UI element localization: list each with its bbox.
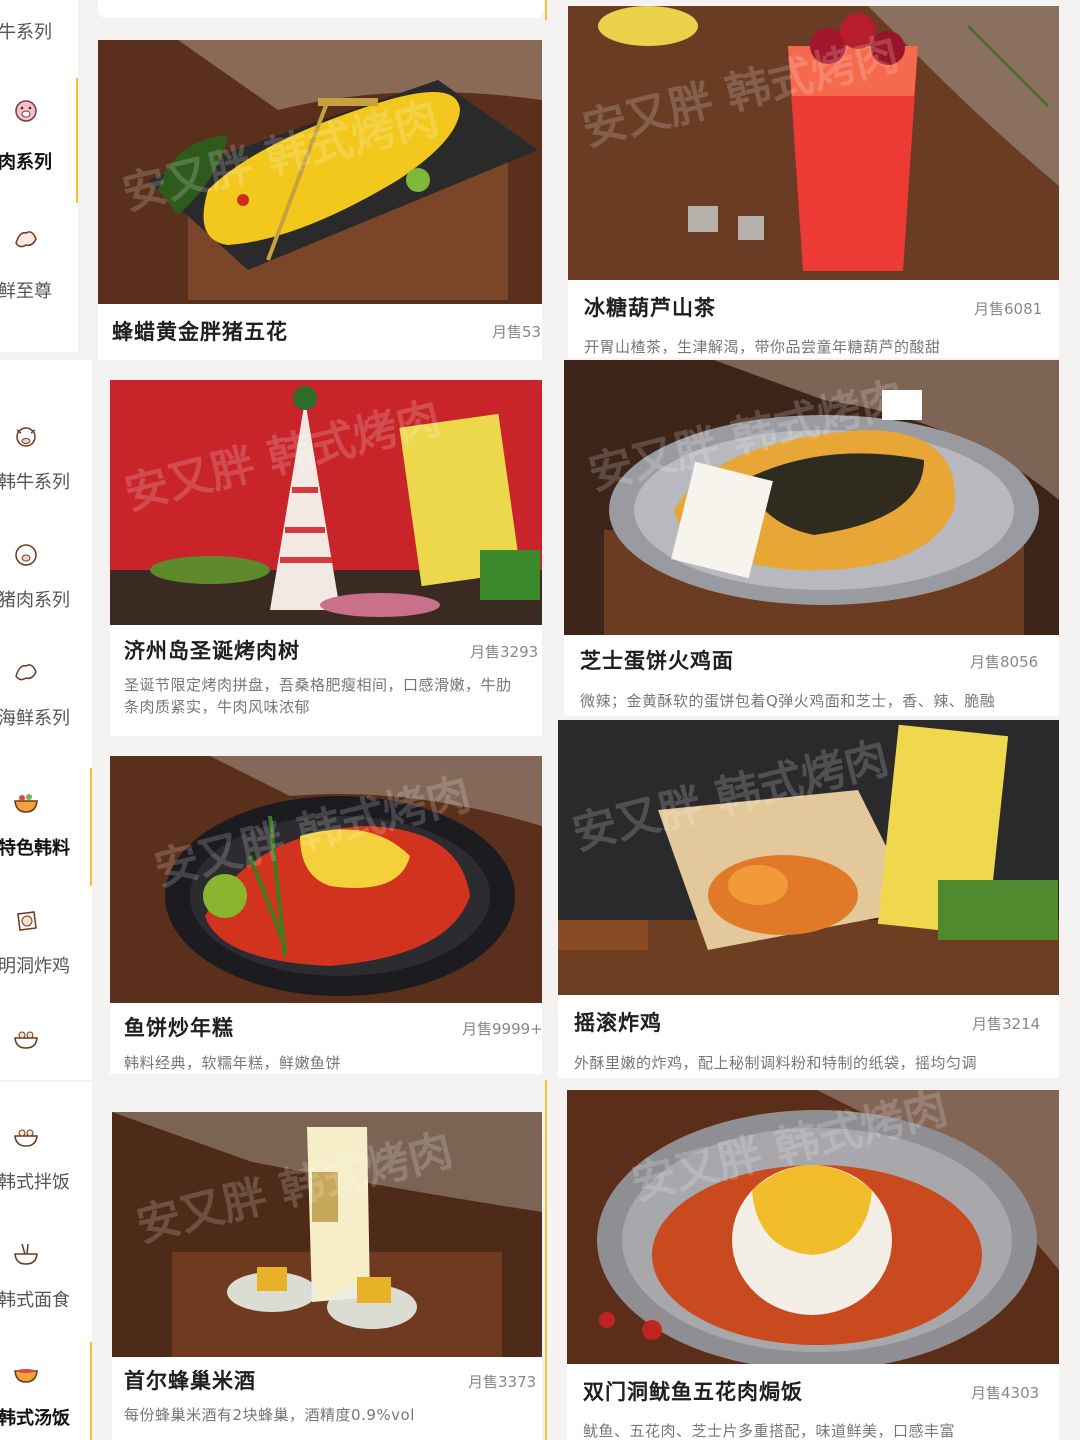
product-photo: 安又胖 韩式烤肉 — [98, 40, 542, 304]
product-name: 鱼饼炒年糕 — [124, 1016, 234, 1040]
product-card[interactable]: 安又胖 韩式烤肉 芝士蛋饼火鸡面 月售8056 微辣；金黄酥软的蛋饼包着Q弹火鸡… — [564, 360, 1059, 716]
cow-icon — [16, 427, 36, 447]
product-name: 双门洞鱿鱼五花肉焗饭 — [583, 1380, 803, 1404]
fried-chicken-icon — [17, 911, 37, 931]
bowl-icon — [14, 794, 38, 813]
category-label: 鲜至尊 — [0, 281, 52, 302]
category-sidebar-top: 牛系列 肉系列 鲜至尊 — [0, 0, 78, 352]
pig-icon — [15, 544, 37, 566]
product-sales: 月售6081 — [974, 300, 1043, 318]
category-label: 肉系列 — [0, 152, 52, 173]
product-description: 圣诞节限定烤肉拼盘，吾桑格肥瘦相间，口感滑嫩，牛肋条肉质紧实，牛肉风味浓郁 — [124, 676, 512, 716]
product-name: 冰糖葫芦山茶 — [584, 296, 716, 320]
product-photo: 安又胖 韩式烤肉 — [564, 360, 1059, 635]
seafood-icon — [15, 664, 37, 681]
product-card[interactable]: 安又胖 韩式烤肉 首尔蜂巢米酒 月售3373 每份蜂巢米酒有2块蜂巢，酒精度0.… — [112, 1112, 542, 1440]
product-name: 芝士蛋饼火鸡面 — [580, 649, 734, 673]
product-sales: 月售3373 — [468, 1373, 537, 1391]
bibimbap-icon — [14, 1129, 38, 1147]
product-sales: 月售3214 — [972, 1015, 1041, 1033]
product-description: 韩料经典，软糯年糕，鲜嫩鱼饼 — [124, 1054, 342, 1072]
product-photo: 安又胖 韩式烤肉 — [558, 720, 1059, 995]
product-description: 每份蜂巢米酒有2块蜂巢，酒精度0.9%vol — [124, 1406, 415, 1424]
product-sales: 月售3293 — [470, 643, 539, 661]
product-name: 摇滚炸鸡 — [574, 1011, 662, 1035]
product-sales: 月售53 — [492, 323, 542, 341]
product-sales: 月售4303 — [971, 1384, 1040, 1402]
product-card[interactable]: 安又胖 韩式烤肉 摇滚炸鸡 月售3214 外酥里嫩的炸鸡，配上秘制调料粉和特制的… — [558, 720, 1059, 1078]
active-indicator — [90, 1342, 92, 1440]
divider — [545, 0, 547, 20]
category-label: 韩式面食 — [0, 1290, 70, 1311]
category-label: 海鲜系列 — [0, 708, 70, 729]
product-description: 外酥里嫩的炸鸡，配上秘制调料粉和特制的纸袋，摇均匀调 — [574, 1054, 978, 1072]
previous-card-bottom — [98, 0, 544, 18]
product-card[interactable]: 安又胖 韩式烤肉 鱼饼炒年糕 月售9999+ 韩料经典，软糯年糕，鲜嫩鱼饼 — [110, 756, 542, 1074]
product-photo: 安又胖 韩式烤肉 — [567, 1090, 1059, 1364]
divider — [545, 1080, 547, 1440]
category-label: 猪肉系列 — [0, 590, 70, 611]
category-label: 韩牛系列 — [0, 472, 70, 493]
product-photo: 安又胖 韩式烤肉 — [110, 380, 542, 625]
active-indicator — [90, 768, 92, 886]
product-card[interactable]: 安又胖 韩式烤肉 双门洞鱿鱼五花肉焗饭 月售4303 鱿鱼、五花肉、芝士片多重搭… — [567, 1090, 1059, 1440]
seafood-icon — [15, 231, 37, 248]
noodle-icon — [14, 1243, 38, 1265]
product-photo: 安又胖 韩式烤肉 — [568, 6, 1059, 280]
category-label: 特色韩料 — [0, 838, 70, 859]
product-name: 首尔蜂巢米酒 — [124, 1369, 256, 1393]
soup-icon — [14, 1369, 38, 1383]
category-label: 韩式汤饭 — [0, 1408, 70, 1429]
active-indicator — [76, 78, 78, 203]
product-sales: 月售8056 — [970, 653, 1039, 671]
product-card[interactable]: 安又胖 韩式烤肉 蜂蜡黄金胖猪五花 月售53 — [98, 40, 542, 360]
product-description: 开胃山楂茶，生津解渴，带你品尝童年糖葫芦的酸甜 — [584, 338, 941, 356]
category-label: 牛系列 — [0, 22, 52, 43]
category-label: 明洞炸鸡 — [0, 956, 70, 977]
category-label: 韩式拌饭 — [0, 1172, 70, 1193]
product-photo: 安又胖 韩式烤肉 — [112, 1112, 542, 1357]
product-description: 微辣；金黄酥软的蛋饼包着Q弹火鸡面和芝士，香、辣、脆融 — [580, 692, 996, 710]
product-card[interactable]: 安又胖 韩式烤肉 冰糖葫芦山茶 月售6081 开胃山楂茶，生津解渴，带你品尝童年… — [568, 6, 1059, 358]
category-sidebar-bottom: 韩式拌饭 韩式面食 韩式汤饭 — [0, 1082, 92, 1440]
product-name: 蜂蜡黄金胖猪五花 — [112, 320, 288, 344]
category-sidebar-middle: 韩牛系列 猪肉系列 海鲜系列 特色韩料 明洞炸鸡 — [0, 360, 92, 1080]
pig-icon — [15, 100, 37, 122]
product-photo: 安又胖 韩式烤肉 — [110, 756, 542, 1003]
product-card[interactable]: 安又胖 韩式烤肉 济州岛圣诞烤肉树 月售3293 圣诞节限定烤肉拼盘，吾桑格肥瘦… — [110, 380, 542, 736]
product-name: 济州岛圣诞烤肉树 — [124, 639, 300, 663]
product-sales: 月售9999+ — [462, 1020, 542, 1038]
product-description: 鱿鱼、五花肉、芝士片多重搭配，味道鲜美，口感丰富 — [583, 1422, 956, 1440]
bibimbap-icon — [14, 1031, 38, 1049]
